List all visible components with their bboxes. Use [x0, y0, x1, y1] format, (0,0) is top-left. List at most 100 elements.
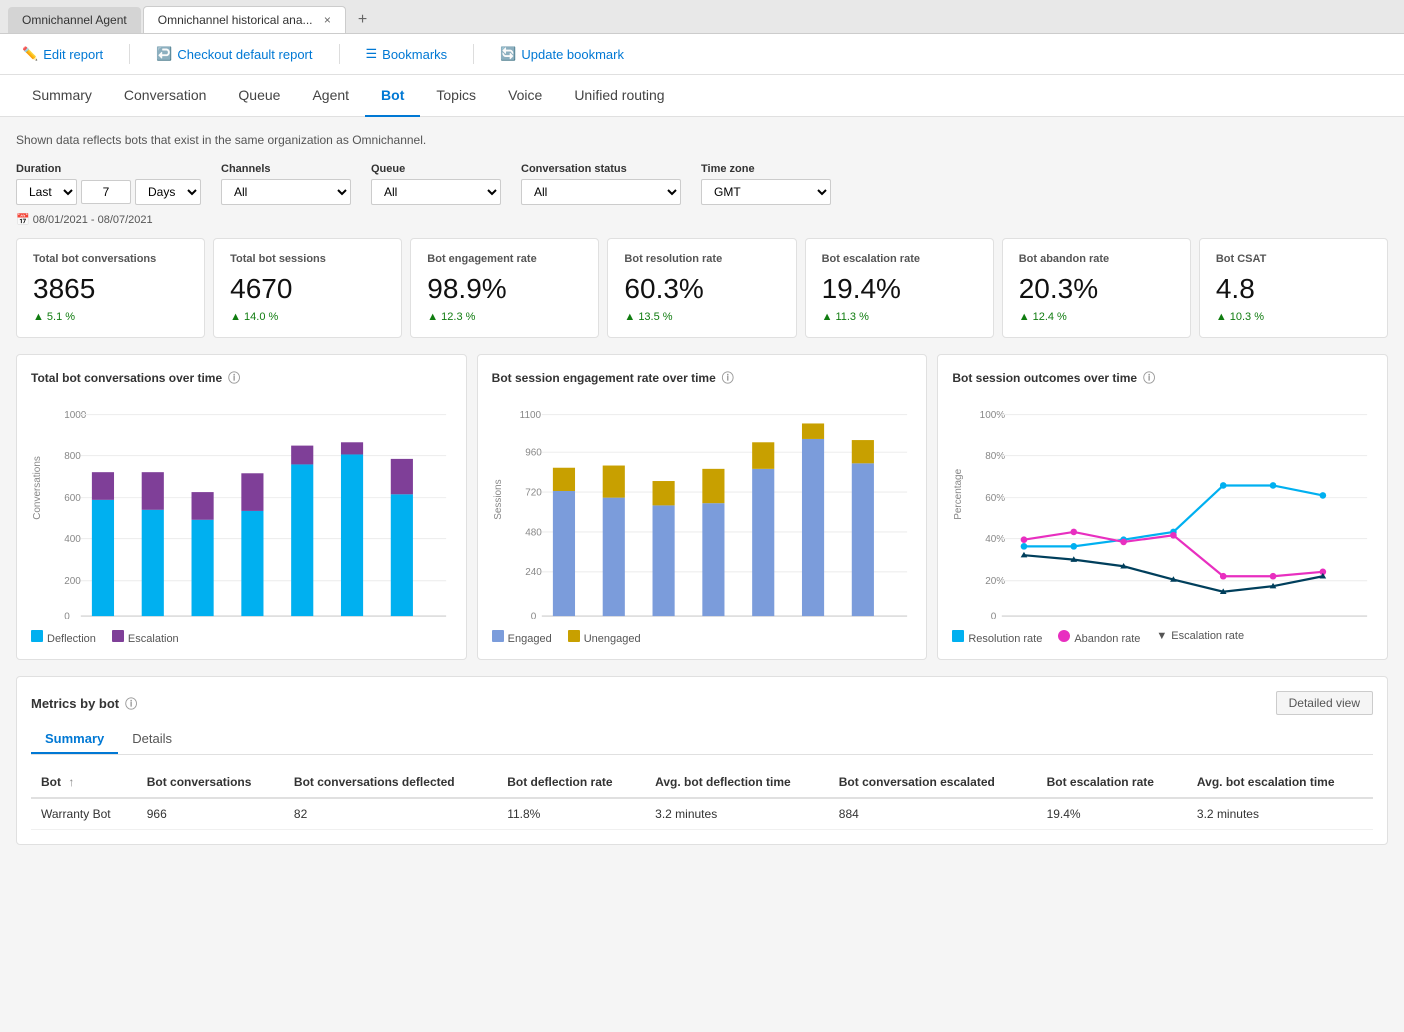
svg-text:600: 600: [64, 493, 81, 504]
queue-select[interactable]: All: [371, 179, 501, 205]
cell-escalation-rate: 19.4%: [1037, 798, 1187, 830]
tab-omnichannel-historical[interactable]: Omnichannel historical ana... ×: [143, 6, 346, 33]
svg-text:40%: 40%: [986, 534, 1006, 545]
chart-info-icon-1[interactable]: ⓘ: [228, 369, 240, 386]
svg-text:960: 960: [525, 448, 542, 459]
chart-session-engagement: Bot session engagement rate over time ⓘ …: [477, 354, 928, 660]
duration-type-select[interactable]: Last: [16, 179, 77, 205]
kpi-bot-resolution-rate: Bot resolution rate 60.3% ▲ 13.5 %: [607, 238, 796, 338]
duration-controls: Last Days: [16, 179, 201, 205]
checkout-report-button[interactable]: ↩️ Checkout default report: [150, 42, 318, 66]
kpi-total-bot-sessions: Total bot sessions 4670 ▲ 14.0 %: [213, 238, 402, 338]
col-avg-bot-escalation-time[interactable]: Avg. bot escalation time: [1187, 767, 1373, 798]
main-content: Shown data reflects bots that exist in t…: [0, 117, 1404, 861]
detailed-view-button[interactable]: Detailed view: [1276, 691, 1373, 715]
svg-text:1000: 1000: [64, 410, 87, 421]
duration-label: Duration: [16, 163, 201, 175]
metrics-header: Metrics by bot ⓘ Detailed view: [31, 691, 1373, 715]
line-chart-outcomes: 100% 80% 60% 40% 20% 0: [952, 398, 1373, 619]
svg-text:1100: 1100: [519, 410, 541, 421]
svg-text:80%: 80%: [986, 451, 1006, 462]
channels-select[interactable]: All: [221, 179, 351, 205]
kpi-bot-escalation-rate: Bot escalation rate 19.4% ▲ 11.3 %: [805, 238, 994, 338]
conv-status-select[interactable]: All: [521, 179, 681, 205]
conv-status-filter: Conversation status All: [521, 163, 681, 205]
metrics-info-icon[interactable]: ⓘ: [125, 695, 137, 712]
date-range: 📅 08/01/2021 - 08/07/2021: [16, 213, 1388, 226]
cell-deflection-rate: 11.8%: [497, 798, 645, 830]
chart-info-icon-3[interactable]: ⓘ: [1143, 369, 1155, 386]
queue-label: Queue: [371, 163, 501, 175]
svg-text:Percentage: Percentage: [953, 468, 964, 519]
chart-legend-2: Engaged Unengaged: [492, 630, 913, 645]
sub-tab-details[interactable]: Details: [118, 725, 186, 754]
toolbar-separator-3: [473, 44, 474, 64]
bar-chart-conversations: 1000 800 600 400 200 0: [31, 398, 452, 619]
kpi-bot-abandon-rate: Bot abandon rate 20.3% ▲ 12.4 %: [1002, 238, 1191, 338]
nav-tab-summary[interactable]: Summary: [16, 75, 108, 117]
col-bot-escalation-rate[interactable]: Bot escalation rate: [1037, 767, 1187, 798]
svg-text:Conversations: Conversations: [32, 456, 43, 520]
toolbar: ✏️ Edit report ↩️ Checkout default repor…: [0, 34, 1404, 75]
table-header-row: Bot ↑ Bot conversations Bot conversation…: [31, 767, 1373, 798]
svg-text:0: 0: [64, 611, 70, 619]
queue-filter: Queue All: [371, 163, 501, 205]
col-bot-conversations[interactable]: Bot conversations: [137, 767, 284, 798]
cell-conversations: 966: [137, 798, 284, 830]
channels-filter: Channels All: [221, 163, 351, 205]
sub-tabs: Summary Details: [31, 725, 1373, 755]
duration-value-input[interactable]: [81, 180, 131, 204]
svg-text:240: 240: [525, 567, 542, 578]
chart-legend-1: Deflection Escalation: [31, 630, 452, 645]
col-bot-deflection-rate[interactable]: Bot deflection rate: [497, 767, 645, 798]
info-bar: Shown data reflects bots that exist in t…: [16, 133, 1388, 147]
timezone-label: Time zone: [701, 163, 831, 175]
channels-label: Channels: [221, 163, 351, 175]
cell-escalated: 884: [829, 798, 1037, 830]
col-bot-conversation-escalated[interactable]: Bot conversation escalated: [829, 767, 1037, 798]
metrics-section: Metrics by bot ⓘ Detailed view Summary D…: [16, 676, 1388, 845]
timezone-select[interactable]: GMT: [701, 179, 831, 205]
close-tab-icon[interactable]: ×: [324, 13, 331, 27]
nav-tab-topics[interactable]: Topics: [420, 75, 492, 117]
conv-status-label: Conversation status: [521, 163, 681, 175]
filters-row: Duration Last Days Channels All Queue Al…: [16, 163, 1388, 205]
tab-omnichannel-agent[interactable]: Omnichannel Agent: [8, 7, 141, 33]
toolbar-separator-2: [339, 44, 340, 64]
svg-text:480: 480: [525, 527, 542, 538]
nav-tab-bot[interactable]: Bot: [365, 75, 420, 117]
duration-unit-select[interactable]: Days: [135, 179, 201, 205]
nav-tab-queue[interactable]: Queue: [222, 75, 296, 117]
sub-tab-summary[interactable]: Summary: [31, 725, 118, 754]
chart-info-icon-2[interactable]: ⓘ: [722, 369, 734, 386]
svg-text:Sessions: Sessions: [493, 479, 504, 519]
col-bot[interactable]: Bot ↑: [31, 767, 137, 798]
metrics-table: Bot ↑ Bot conversations Bot conversation…: [31, 767, 1373, 830]
table-row: Warranty Bot 966 82 11.8% 3.2 minutes 88…: [31, 798, 1373, 830]
nav-tab-voice[interactable]: Voice: [492, 75, 558, 117]
kpi-row: Total bot conversations 3865 ▲ 5.1 % Tot…: [16, 238, 1388, 338]
add-tab-button[interactable]: +: [348, 7, 377, 33]
nav-tab-unified-routing[interactable]: Unified routing: [558, 75, 680, 117]
edit-icon: ✏️: [22, 46, 38, 62]
bookmarks-button[interactable]: ☰ Bookmarks: [360, 42, 454, 66]
bookmarks-icon: ☰: [366, 46, 378, 62]
update-bookmark-button[interactable]: 🔄 Update bookmark: [494, 42, 630, 66]
nav-bar: Summary Conversation Queue Agent Bot Top…: [0, 75, 1404, 117]
nav-tab-conversation[interactable]: Conversation: [108, 75, 223, 117]
col-bot-conversations-deflected[interactable]: Bot conversations deflected: [284, 767, 497, 798]
nav-tab-agent[interactable]: Agent: [296, 75, 365, 117]
svg-text:0: 0: [530, 611, 536, 619]
svg-text:720: 720: [525, 487, 542, 498]
chart-session-outcomes: Bot session outcomes over time ⓘ 100% 80…: [937, 354, 1388, 660]
bar-chart-engagement: 1100 960 720 480 240 0: [492, 398, 913, 619]
update-icon: 🔄: [500, 46, 516, 62]
svg-text:200: 200: [64, 576, 81, 587]
checkout-icon: ↩️: [156, 46, 172, 62]
edit-report-button[interactable]: ✏️ Edit report: [16, 42, 109, 66]
col-avg-bot-deflection-time[interactable]: Avg. bot deflection time: [645, 767, 829, 798]
kpi-bot-csat: Bot CSAT 4.8 ▲ 10.3 %: [1199, 238, 1388, 338]
timezone-filter: Time zone GMT: [701, 163, 831, 205]
cell-avg-escalation: 3.2 minutes: [1187, 798, 1373, 830]
cell-bot-name: Warranty Bot: [31, 798, 137, 830]
